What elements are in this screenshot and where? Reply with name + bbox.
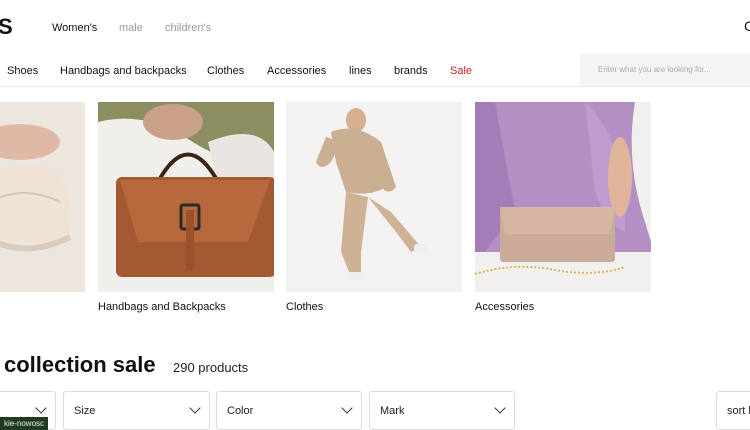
- nav-item-shoes[interactable]: Shoes: [7, 65, 38, 77]
- nav-item-lines[interactable]: lines: [349, 65, 372, 77]
- search-input[interactable]: [598, 65, 750, 74]
- filter-dropdown-mark[interactable]: Mark: [369, 391, 515, 430]
- category-tile-handbags[interactable]: [98, 102, 274, 292]
- status-url-tag: kie-nowosc: [0, 417, 49, 430]
- chevron-down-icon: [189, 402, 201, 414]
- shoes-image: [0, 102, 85, 292]
- handbag-image: [98, 102, 274, 292]
- search-box: [580, 54, 750, 86]
- page-title: collection sale: [4, 352, 156, 377]
- sort-dropdown[interactable]: sort b: [716, 391, 750, 430]
- gender-tab-male[interactable]: male: [119, 22, 143, 34]
- category-label-accessories[interactable]: Accessories: [475, 301, 534, 313]
- category-label-handbags[interactable]: Handbags and Backpacks: [98, 301, 226, 313]
- brand-logo[interactable]: S: [0, 14, 13, 40]
- filter-dropdown-size[interactable]: Size: [63, 391, 210, 430]
- gender-tab-children[interactable]: children's: [165, 22, 211, 34]
- chevron-down-icon: [341, 402, 353, 414]
- category-tile-accessories[interactable]: [475, 102, 651, 292]
- nav-item-brands[interactable]: brands: [394, 65, 428, 77]
- filter-label: Size: [74, 405, 96, 417]
- nav-item-handbags[interactable]: Handbags and backpacks: [60, 65, 187, 77]
- chevron-down-icon: [494, 402, 506, 414]
- category-tile-clothes[interactable]: [286, 102, 462, 292]
- clothes-image: [286, 102, 462, 292]
- nav-divider: [0, 86, 750, 87]
- nav-item-accessories[interactable]: Accessories: [267, 65, 326, 77]
- filter-label: Mark: [380, 405, 405, 417]
- nav-item-sale[interactable]: Sale: [450, 65, 472, 77]
- filter-dropdown-color[interactable]: Color: [216, 391, 362, 430]
- nav-item-clothes[interactable]: Clothes: [207, 65, 244, 77]
- sort-label: sort b: [727, 405, 750, 417]
- accessories-image: [475, 102, 651, 292]
- account-link[interactable]: C: [744, 18, 750, 34]
- category-tile-shoes[interactable]: [0, 102, 85, 292]
- category-label-clothes[interactable]: Clothes: [286, 301, 323, 313]
- gender-tab-women[interactable]: Women's: [52, 22, 97, 34]
- filter-label: Color: [227, 405, 254, 417]
- chevron-down-icon: [35, 402, 47, 414]
- product-count: 290 products: [173, 360, 249, 375]
